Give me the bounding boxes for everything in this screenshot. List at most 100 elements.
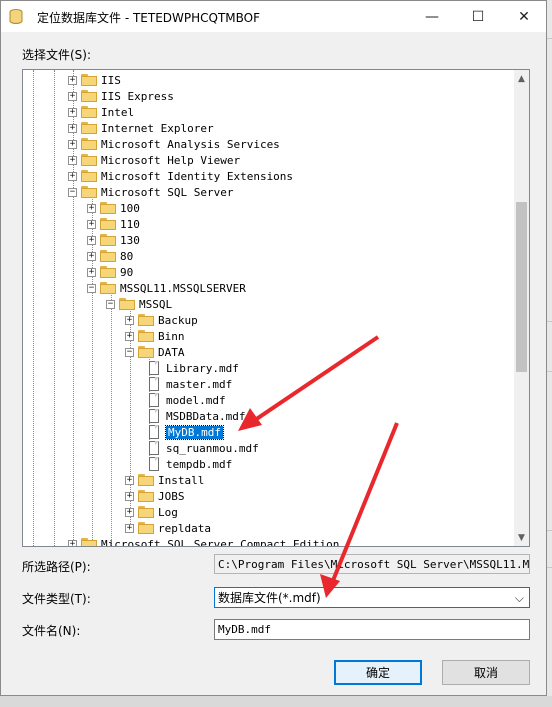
tree-folder-item[interactable]: + repldata bbox=[125, 520, 211, 536]
tree-item-label: Install bbox=[158, 473, 205, 487]
expand-icon[interactable]: + bbox=[125, 475, 134, 485]
close-button[interactable]: ✕ bbox=[501, 1, 547, 32]
file-type-select[interactable]: 数据库文件(*.mdf) ⌵ bbox=[214, 587, 530, 608]
tree-file-item[interactable]: Library.mdf bbox=[149, 360, 239, 376]
tree-folder-item[interactable]: + Microsoft Analysis Services bbox=[68, 136, 280, 152]
tree-item-label: Backup bbox=[158, 313, 198, 327]
tree-folder-item[interactable]: +100 bbox=[87, 200, 140, 216]
tree-folder-item[interactable]: + Microsoft Help Viewer bbox=[68, 152, 240, 168]
expand-icon[interactable]: + bbox=[68, 171, 77, 181]
tree-scrollbar[interactable]: ▲ ▼ bbox=[514, 70, 529, 546]
tree-file-item[interactable]: tempdb.mdf bbox=[149, 456, 232, 472]
tree-guide-line bbox=[54, 70, 55, 546]
folder-icon bbox=[81, 74, 97, 86]
tree-file-item[interactable]: sq_ruanmou.mdf bbox=[149, 440, 259, 456]
tree-item-label: Log bbox=[158, 505, 178, 519]
file-icon bbox=[149, 361, 160, 375]
tree-file-item[interactable]: MyDB.mdf bbox=[149, 424, 224, 440]
cancel-button[interactable]: 取消 bbox=[442, 660, 530, 685]
file-icon bbox=[149, 441, 160, 455]
collapse-icon[interactable]: − bbox=[87, 283, 96, 293]
maximize-button[interactable]: ☐ bbox=[455, 1, 501, 32]
tree-folder-item[interactable]: − MSSQL11.MSSQLSERVER bbox=[87, 280, 246, 296]
tree-folder-item[interactable]: − Microsoft SQL Server bbox=[68, 184, 233, 200]
file-icon bbox=[149, 393, 160, 407]
tree-folder-item[interactable]: + Backup bbox=[125, 312, 198, 328]
folder-icon bbox=[138, 506, 154, 518]
expand-icon[interactable]: + bbox=[68, 155, 77, 165]
file-name-input[interactable]: MyDB.mdf bbox=[214, 619, 530, 640]
expand-icon[interactable]: + bbox=[87, 219, 96, 229]
tree-item-label: MSDBData.mdf bbox=[166, 409, 246, 423]
window-title: 定位数据库文件 - TETEDWPHCQTMBOF bbox=[37, 11, 261, 25]
expand-icon[interactable]: + bbox=[68, 123, 77, 133]
ok-button[interactable]: 确定 bbox=[334, 660, 422, 685]
folder-icon bbox=[100, 282, 116, 294]
expand-icon[interactable]: + bbox=[87, 267, 96, 277]
collapse-icon[interactable]: − bbox=[125, 347, 134, 357]
file-type-label: 文件类型(T): bbox=[22, 592, 91, 606]
file-tree[interactable]: + IIS + IIS Express + Intel + Internet Explorer… bbox=[22, 69, 530, 547]
database-icon bbox=[9, 9, 23, 24]
folder-icon bbox=[119, 298, 135, 310]
tree-folder-item[interactable]: − MSSQL bbox=[106, 296, 172, 312]
tree-item-label: IIS Express bbox=[101, 89, 174, 103]
expand-icon[interactable]: + bbox=[68, 107, 77, 117]
folder-icon bbox=[138, 314, 154, 326]
tree-folder-item[interactable]: + Microsoft Identity Extensions bbox=[68, 168, 293, 184]
file-icon bbox=[149, 377, 160, 391]
expand-icon[interactable]: + bbox=[68, 91, 77, 101]
expand-icon[interactable]: + bbox=[87, 235, 96, 245]
expand-icon[interactable]: + bbox=[68, 539, 77, 546]
tree-folder-item[interactable]: + Intel bbox=[68, 104, 134, 120]
folder-icon bbox=[81, 106, 97, 118]
folder-icon bbox=[100, 202, 116, 214]
folder-icon bbox=[81, 154, 97, 166]
expand-icon[interactable]: + bbox=[68, 139, 77, 149]
tree-item-label: model.mdf bbox=[166, 393, 226, 407]
file-type-value: 数据库文件(*.mdf) bbox=[218, 591, 321, 605]
collapse-icon[interactable]: − bbox=[68, 187, 77, 197]
tree-folder-item[interactable]: − DATA bbox=[125, 344, 185, 360]
background-window-bottom bbox=[0, 696, 552, 707]
collapse-icon[interactable]: − bbox=[106, 299, 115, 309]
folder-icon bbox=[81, 138, 97, 150]
expand-icon[interactable]: + bbox=[87, 251, 96, 261]
tree-item-label: Microsoft Help Viewer bbox=[101, 153, 241, 167]
tree-folder-item[interactable]: +90 bbox=[87, 264, 133, 280]
scroll-thumb[interactable] bbox=[516, 202, 527, 372]
selected-path-field[interactable]: C:\Program Files\Microsoft SQL Server\MS… bbox=[214, 554, 530, 574]
tree-item-label: 90 bbox=[120, 265, 134, 279]
expand-icon[interactable]: + bbox=[68, 75, 77, 85]
expand-icon[interactable]: + bbox=[87, 203, 96, 213]
folder-icon bbox=[81, 170, 97, 182]
tree-folder-item[interactable]: + Log bbox=[125, 504, 178, 520]
tree-folder-item[interactable]: + IIS bbox=[68, 72, 121, 88]
tree-folder-item[interactable]: +130 bbox=[87, 232, 140, 248]
file-icon bbox=[149, 425, 160, 439]
tree-item-label: MSSQL bbox=[139, 297, 173, 311]
tree-folder-item[interactable]: + Internet Explorer bbox=[68, 120, 214, 136]
tree-folder-item[interactable]: + Install bbox=[125, 472, 204, 488]
tree-folder-item[interactable]: +80 bbox=[87, 248, 133, 264]
tree-folder-item[interactable]: + JOBS bbox=[125, 488, 185, 504]
tree-folder-item[interactable]: + Binn bbox=[125, 328, 185, 344]
tree-file-item[interactable]: model.mdf bbox=[149, 392, 226, 408]
tree-folder-item[interactable]: + Microsoft SQL Server Compact Edition bbox=[68, 536, 339, 546]
expand-icon[interactable]: + bbox=[125, 331, 134, 341]
locate-database-file-dialog: 定位数据库文件 - TETEDWPHCQTMBOF — ☐ ✕ 选择文件(S):… bbox=[0, 0, 547, 696]
tree-file-item[interactable]: MSDBData.mdf bbox=[149, 408, 245, 424]
tree-item-label: Microsoft SQL Server Compact Edition bbox=[101, 537, 340, 547]
expand-icon[interactable]: + bbox=[125, 491, 134, 501]
file-icon bbox=[149, 409, 160, 423]
expand-icon[interactable]: + bbox=[125, 523, 134, 533]
scroll-up-arrow[interactable]: ▲ bbox=[514, 70, 529, 87]
file-name-label: 文件名(N): bbox=[22, 624, 81, 638]
tree-folder-item[interactable]: +110 bbox=[87, 216, 140, 232]
minimize-button[interactable]: — bbox=[409, 1, 455, 32]
expand-icon[interactable]: + bbox=[125, 315, 134, 325]
scroll-down-arrow[interactable]: ▼ bbox=[514, 529, 529, 546]
tree-folder-item[interactable]: + IIS Express bbox=[68, 88, 174, 104]
tree-file-item[interactable]: master.mdf bbox=[149, 376, 232, 392]
expand-icon[interactable]: + bbox=[125, 507, 134, 517]
